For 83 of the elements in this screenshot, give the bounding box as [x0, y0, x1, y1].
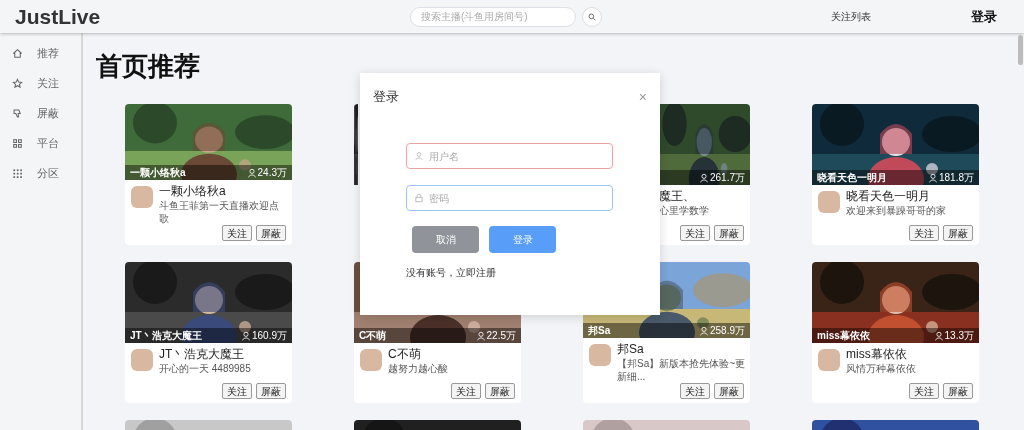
home-icon — [12, 47, 23, 59]
stream-description: 开心的一天 4489985 — [159, 362, 251, 375]
input-field[interactable]: 用户名 — [406, 143, 613, 169]
star-icon — [12, 77, 23, 89]
lock-icon — [414, 192, 424, 203]
block-button[interactable]: 屏蔽 — [256, 225, 286, 241]
streamer-title: C不萌 — [359, 329, 387, 343]
block-button[interactable]: 屏蔽 — [714, 383, 744, 399]
person-icon — [246, 167, 257, 178]
avatar — [818, 191, 840, 213]
card-info[interactable]: 邦Sa 【邦Sa】新版本抢先体验~更新细... 关注 屏蔽 — [583, 338, 750, 403]
streamer-title: 一颗小络秋a — [130, 166, 186, 180]
avatar — [131, 186, 153, 208]
stream-description: 【邦Sa】新版本抢先体验~更新细... — [617, 357, 746, 383]
login-link[interactable]: 登录 — [971, 6, 997, 27]
person-icon — [698, 172, 709, 183]
person-icon — [933, 330, 944, 341]
person-icon — [698, 325, 709, 336]
input-field[interactable]: 密码 — [406, 185, 613, 211]
follow-button[interactable]: 关注 — [680, 225, 710, 241]
streamer-name: 一颗小络秋a — [159, 184, 227, 199]
viewer-count: 261.7万 — [698, 170, 745, 185]
streamer-name: 晓看天色一明月 — [846, 189, 931, 204]
avatar — [360, 349, 382, 371]
streamer-name: 魔王、 — [659, 189, 696, 204]
follow-button[interactable]: 关注 — [451, 383, 481, 399]
register-link[interactable]: 没有账号，立即注册 — [406, 265, 660, 280]
streamer-title: 晓看天色一明月 — [817, 171, 887, 185]
streamer-title: 邦Sa — [588, 324, 611, 338]
thumbs-down-icon — [12, 107, 23, 119]
follow-button[interactable]: 关注 — [222, 225, 252, 241]
streamer-title: miss幕依依 — [817, 329, 870, 343]
follow-button[interactable]: 关注 — [222, 383, 252, 399]
dots-grid-icon — [12, 167, 23, 179]
page-title: 首页推荐 — [96, 50, 201, 82]
sidebar-item[interactable]: 推荐 — [0, 43, 81, 63]
search-icon — [588, 12, 596, 21]
viewer-count: 22.5万 — [475, 328, 516, 343]
avatar — [818, 349, 840, 371]
search-button[interactable] — [582, 6, 602, 27]
sidebar-item[interactable]: 平台 — [0, 133, 81, 153]
follow-button[interactable]: 关注 — [680, 383, 710, 399]
follow-list-link[interactable]: 关注列表 — [831, 9, 871, 24]
viewer-count: 13.3万 — [933, 328, 974, 343]
avatar — [589, 344, 611, 366]
logo[interactable]: JustLive — [15, 0, 175, 33]
streamer-name: JT丶浩克大魔王 — [159, 347, 246, 362]
streamer-title: JT丶浩克大魔王 — [130, 329, 202, 343]
viewer-count: 181.8万 — [927, 170, 974, 185]
card-info[interactable]: miss幕依依 风情万种幕依依 关注 屏蔽 — [812, 343, 979, 403]
stream-description: 风情万种幕依依 — [846, 362, 916, 375]
card-info[interactable]: C不萌 越努力越心酸 关注 屏蔽 — [354, 343, 521, 403]
sidebar-item[interactable]: 关注 — [0, 73, 81, 93]
viewer-count: 160.9万 — [240, 328, 287, 343]
block-button[interactable]: 屏蔽 — [943, 225, 973, 241]
block-button[interactable]: 屏蔽 — [943, 383, 973, 399]
avatar — [131, 349, 153, 371]
scrollbar[interactable] — [1018, 35, 1023, 65]
sidebar-item[interactable]: 分区 — [0, 163, 81, 183]
person-icon — [475, 330, 486, 341]
block-button[interactable]: 屏蔽 — [256, 383, 286, 399]
streamer-name: C不萌 — [388, 347, 422, 362]
card-info[interactable]: 晓看天色一明月 欢迎来到暴躁哥哥的家 关注 屏蔽 — [812, 185, 979, 245]
user-icon — [414, 150, 424, 161]
viewer-count: 24.3万 — [246, 165, 287, 180]
dialog-title: 登录 — [373, 88, 399, 106]
block-button[interactable]: 屏蔽 — [714, 225, 744, 241]
stream-description: 斗鱼王菲第一天直播欢迎点歌 — [159, 199, 280, 225]
grid-icon — [12, 137, 23, 149]
streamer-name: miss幕依依 — [846, 347, 908, 362]
stream-description: 欢迎来到暴躁哥哥的家 — [846, 204, 946, 217]
person-icon — [927, 172, 938, 183]
follow-button[interactable]: 关注 — [909, 225, 939, 241]
card-info[interactable]: JT丶浩克大魔王 开心的一天 4489985 关注 屏蔽 — [125, 343, 292, 403]
viewer-count: 258.9万 — [698, 323, 745, 338]
sidebar-item[interactable]: 屏蔽 — [0, 103, 81, 123]
search-field[interactable]: 搜索主播(斗鱼用房间号) — [410, 6, 576, 27]
card-info[interactable]: 一颗小络秋a 斗鱼王菲第一天直播欢迎点歌 关注 屏蔽 — [125, 180, 292, 245]
person-icon — [240, 330, 251, 341]
stream-description: 越努力越心酸 — [388, 362, 448, 375]
streamer-name: 邦Sa — [617, 342, 645, 357]
follow-button[interactable]: 关注 — [909, 383, 939, 399]
block-button[interactable]: 屏蔽 — [485, 383, 515, 399]
